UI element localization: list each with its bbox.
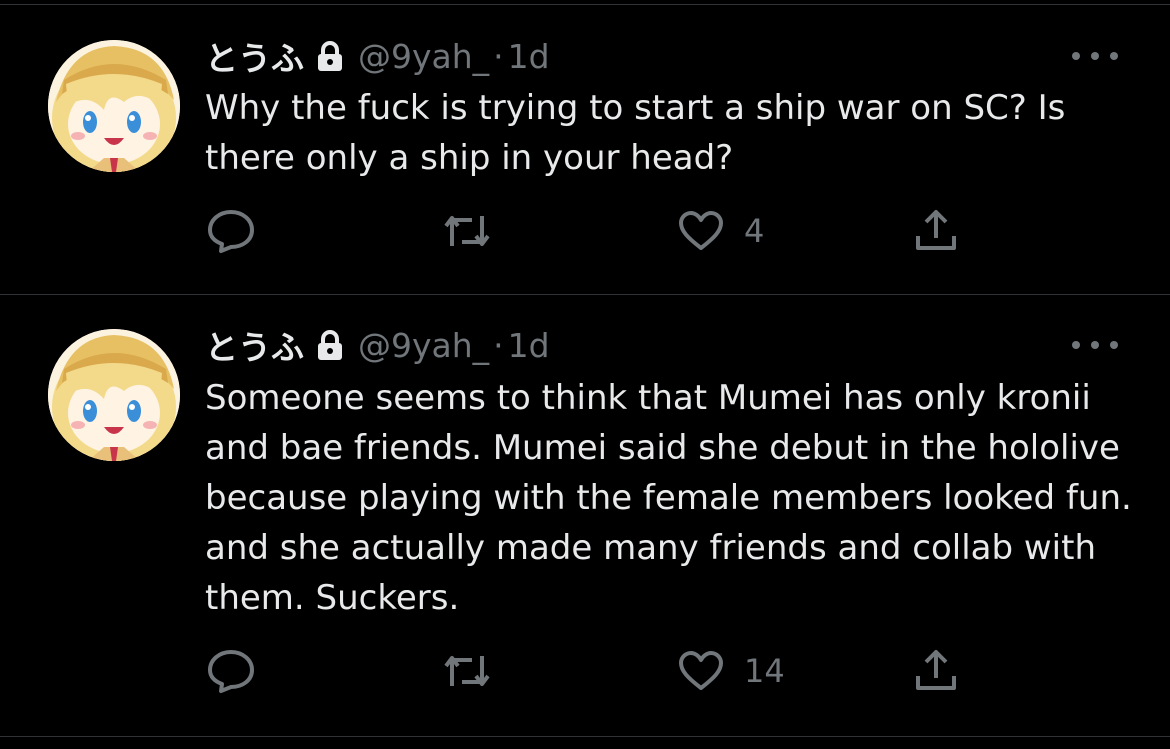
lock-icon xyxy=(316,330,344,360)
avatar[interactable] xyxy=(48,40,180,172)
separator-dot: · xyxy=(493,36,504,76)
retweet-button[interactable] xyxy=(442,652,492,690)
like-button[interactable]: 4 xyxy=(678,210,764,252)
like-button[interactable]: 14 xyxy=(678,650,785,692)
separator-dot: · xyxy=(493,325,504,365)
share-icon xyxy=(916,210,956,250)
bottom-divider xyxy=(0,736,1170,737)
retweet-icon xyxy=(444,216,490,246)
handle[interactable]: @9yah_ xyxy=(358,326,489,365)
reply-icon xyxy=(208,650,254,693)
display-name[interactable]: とうふ xyxy=(205,32,304,80)
timestamp[interactable]: 1d xyxy=(508,326,550,365)
share-button[interactable] xyxy=(914,208,958,252)
tweet-header: とうふ @9yah_ · 1d xyxy=(205,321,550,369)
share-button[interactable] xyxy=(914,648,958,692)
reply-button[interactable] xyxy=(207,208,255,254)
retweet-button[interactable] xyxy=(442,212,492,250)
tweet-text: Why the fuck is trying to start a ship w… xyxy=(205,88,1066,178)
reply-button[interactable] xyxy=(207,648,255,694)
retweet-icon xyxy=(444,656,490,686)
tweet-text: Someone seems to think that Mumei has on… xyxy=(205,378,1132,618)
like-count: 4 xyxy=(744,212,765,250)
share-icon xyxy=(916,650,956,690)
like-count: 14 xyxy=(744,652,785,690)
like-icon xyxy=(679,651,723,690)
avatar[interactable] xyxy=(48,329,180,461)
reply-icon xyxy=(208,210,254,253)
more-icon[interactable] xyxy=(1072,46,1118,66)
tweet[interactable]: とうふ @9yah_ · 1d Someone seems to think t… xyxy=(0,295,1170,735)
handle[interactable]: @9yah_ xyxy=(358,37,489,76)
lock-icon xyxy=(316,41,344,71)
tweet[interactable]: とうふ @9yah_ · 1d Why the fuck is trying t… xyxy=(0,0,1170,294)
like-icon xyxy=(679,211,723,250)
display-name[interactable]: とうふ xyxy=(205,321,304,369)
tweet-header: とうふ @9yah_ · 1d xyxy=(205,32,550,80)
timestamp[interactable]: 1d xyxy=(508,37,550,76)
more-icon[interactable] xyxy=(1072,335,1118,355)
